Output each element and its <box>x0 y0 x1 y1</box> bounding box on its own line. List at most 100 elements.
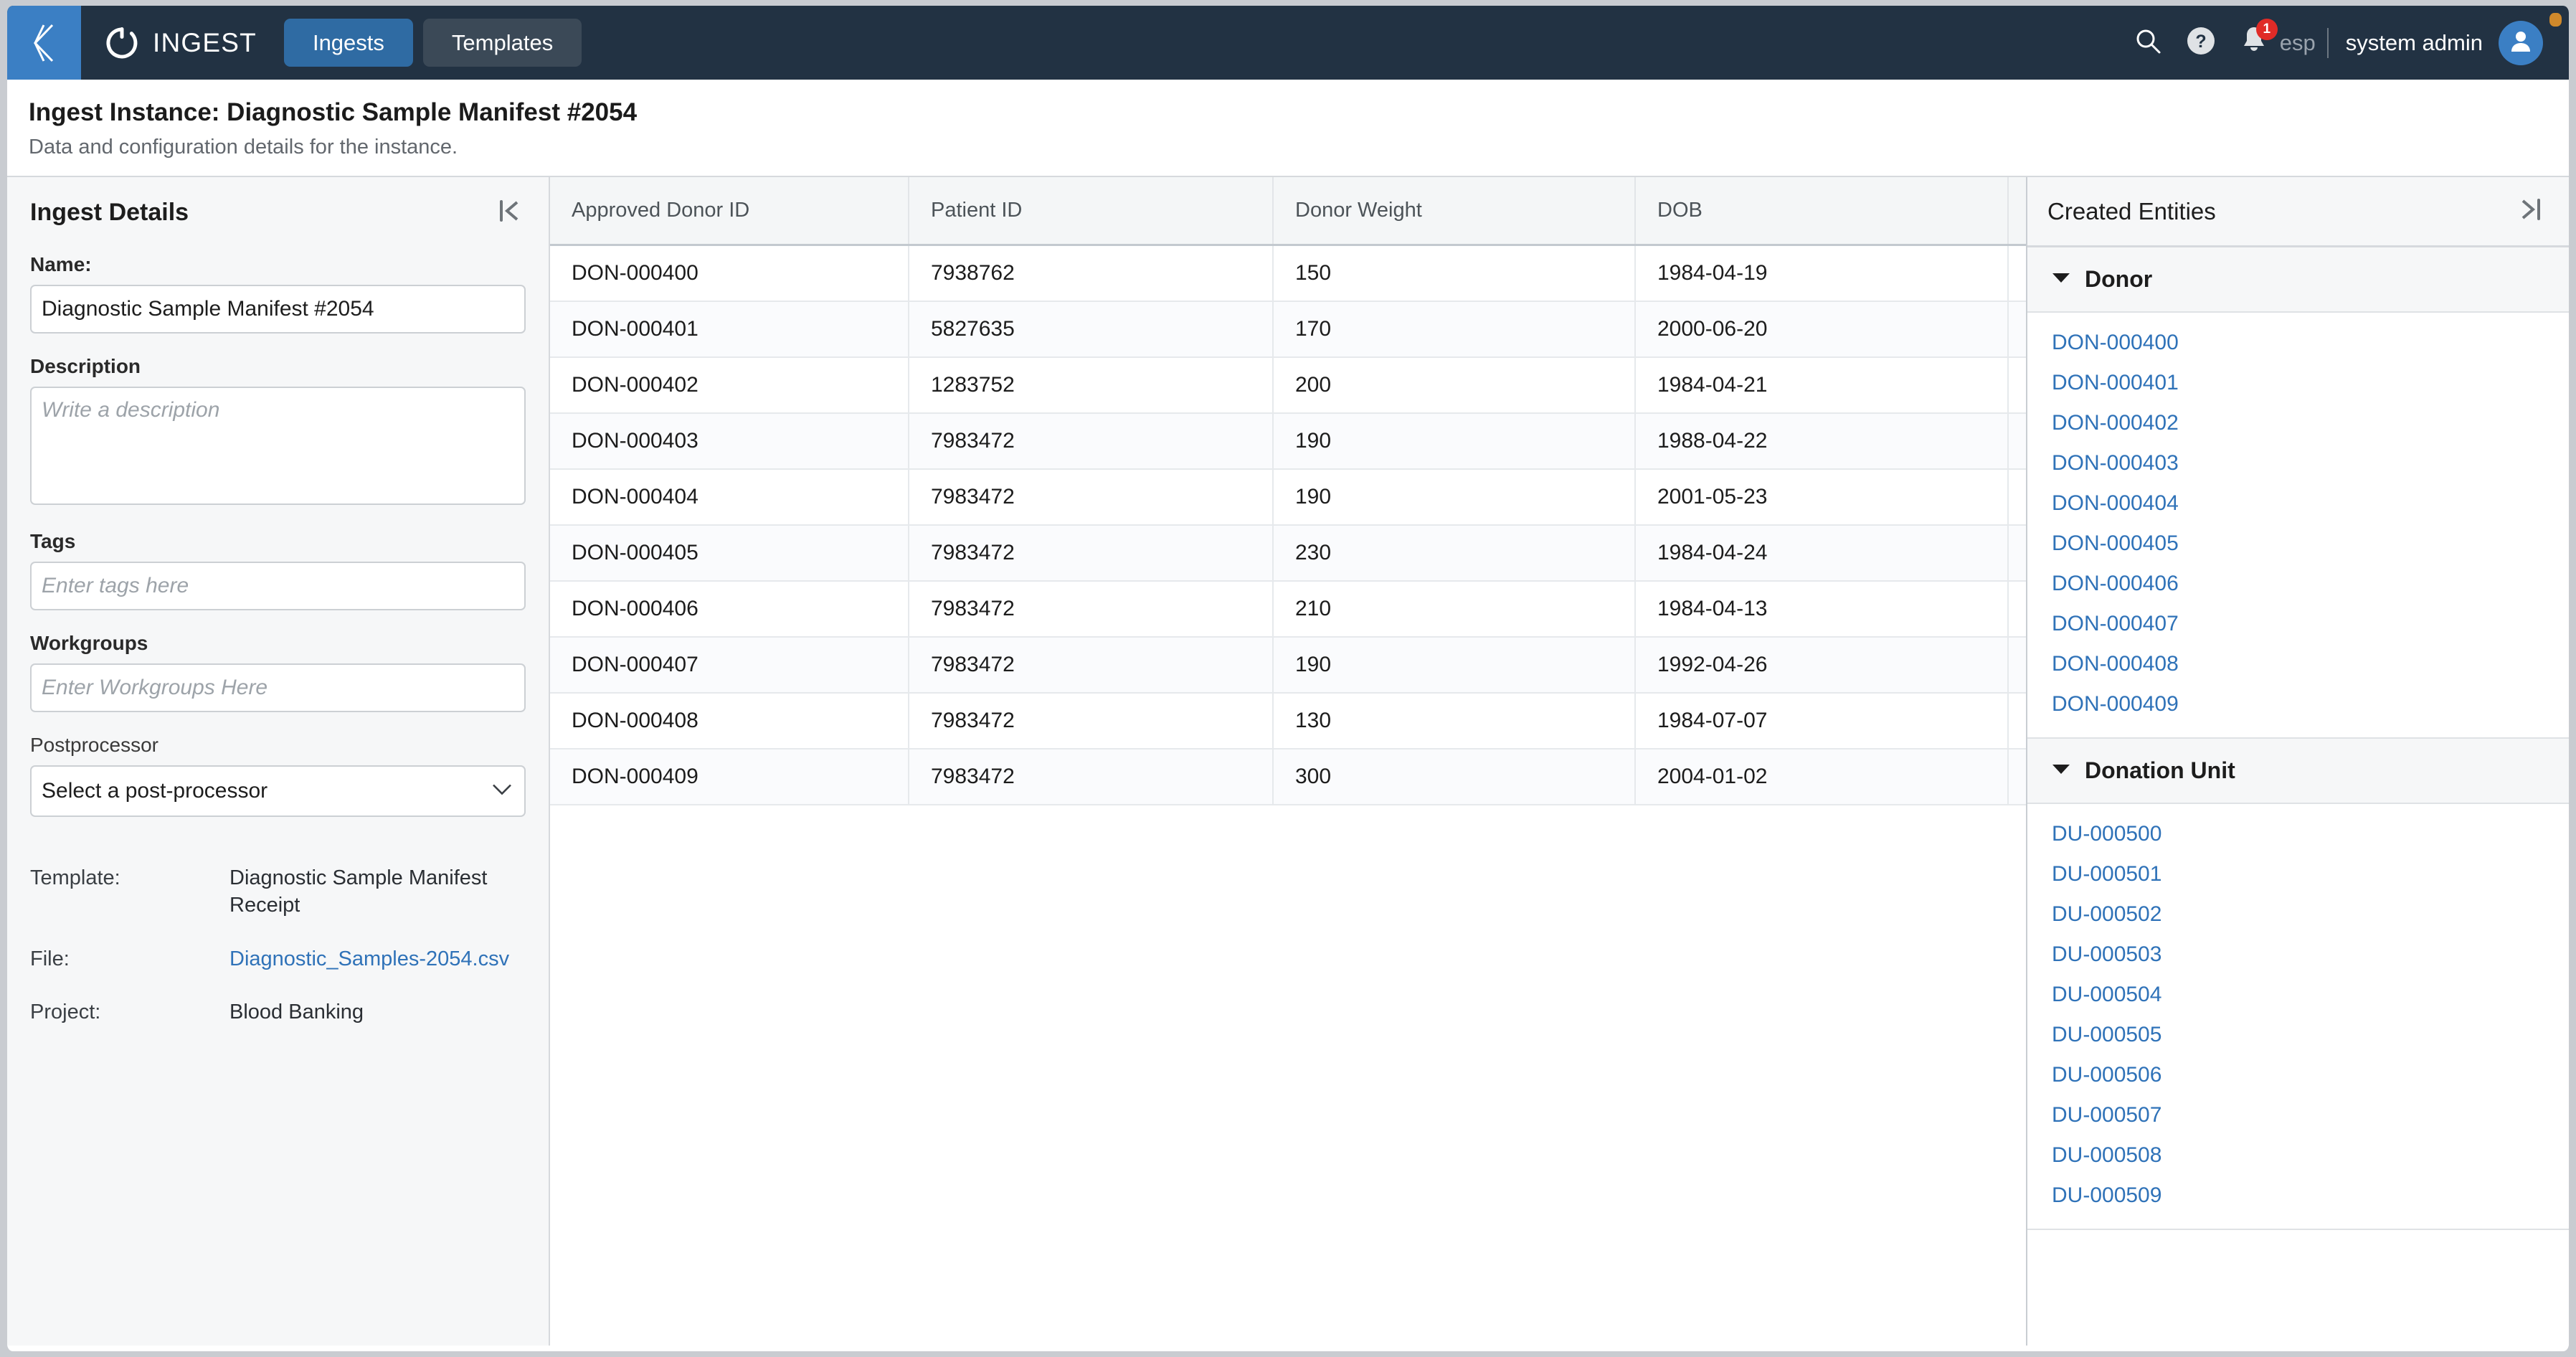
postprocessor-field-group: Postprocessor Select a post-processor <box>30 734 526 817</box>
column-header-dob[interactable]: DOB <box>1635 177 2009 246</box>
metadata-value-file-link[interactable]: Diagnostic_Samples-2054.csv <box>229 945 509 973</box>
cell-col: 202 <box>2008 637 2026 694</box>
help-button[interactable]: ? <box>2178 20 2224 66</box>
nav-right-cluster: ? 1 esp system admin <box>2118 6 2569 80</box>
description-textarea[interactable] <box>30 387 526 505</box>
cell-col: 202 <box>2008 245 2026 302</box>
user-avatar-button[interactable] <box>2499 20 2543 65</box>
collapse-right-icon <box>2520 197 2543 225</box>
column-header-patient-id[interactable]: Patient ID <box>909 177 1274 246</box>
list-item[interactable]: DU-000508 <box>2027 1135 2569 1176</box>
list-item[interactable]: DON-000403 <box>2027 443 2569 483</box>
metadata-value-template: Diagnostic Sample Manifest Receipt <box>229 866 488 917</box>
nav-divider <box>2326 27 2329 58</box>
table-row[interactable]: DON-000407 7983472 190 1992-04-26 202 <box>550 637 2026 694</box>
workgroups-input[interactable] <box>30 663 526 712</box>
ingest-metadata-list: Template: Diagnostic Sample Manifest Rec… <box>7 838 549 1051</box>
table-row[interactable]: DON-000408 7983472 130 1984-07-07 202 <box>550 693 2026 750</box>
list-item[interactable]: DON-000405 <box>2027 524 2569 564</box>
table-row[interactable]: DON-000405 7983472 230 1984-04-24 202 <box>550 525 2026 582</box>
entity-group-donor-header[interactable]: Donor <box>2027 247 2569 313</box>
cell-approved-donor-id: DON-000408 <box>550 693 909 750</box>
list-item[interactable]: DU-000509 <box>2027 1176 2569 1216</box>
tab-ingests[interactable]: Ingests <box>283 18 413 67</box>
ingest-data-table-panel[interactable]: Approved Donor ID Patient ID Donor Weigh… <box>550 177 2026 1346</box>
entity-group-donation-unit-items: DU-000500 DU-000501 DU-000502 DU-000503 … <box>2027 804 2569 1229</box>
column-header-approved-donor-id[interactable]: Approved Donor ID <box>550 177 909 246</box>
list-item[interactable]: DON-000404 <box>2027 483 2569 524</box>
cell-donor-weight: 230 <box>1273 525 1636 582</box>
metadata-key: Template: <box>30 866 120 889</box>
postprocessor-select[interactable]: Select a post-processor <box>30 765 526 817</box>
table-row[interactable]: DON-000402 1283752 200 1984-04-21 202 <box>550 357 2026 414</box>
entity-group-donation-unit-header[interactable]: Donation Unit <box>2027 739 2569 804</box>
list-item[interactable]: DU-000507 <box>2027 1095 2569 1135</box>
cell-col: 202 <box>2008 357 2026 414</box>
list-item[interactable]: DON-000408 <box>2027 644 2569 684</box>
table-row[interactable]: DON-000401 5827635 170 2000-06-20 202 <box>550 301 2026 358</box>
created-entities-panel: Created Entities Donor DON-000400 DON-00… <box>2026 177 2569 1346</box>
column-header-donor-weight[interactable]: Donor Weight <box>1273 177 1636 246</box>
table-body: DON-000400 7938762 150 1984-04-19 202 DO… <box>550 245 2026 805</box>
cell-col: 202 <box>2008 525 2026 582</box>
list-item[interactable]: DU-000503 <box>2027 935 2569 975</box>
cell-approved-donor-id: DON-000406 <box>550 581 909 638</box>
page-title: Ingest Instance: Diagnostic Sample Manif… <box>29 98 638 126</box>
cell-patient-id: 7983472 <box>909 413 1274 470</box>
list-item[interactable]: DON-000407 <box>2027 604 2569 644</box>
tab-templates[interactable]: Templates <box>422 18 582 67</box>
list-item[interactable]: DU-000506 <box>2027 1055 2569 1095</box>
cell-approved-donor-id: DON-000402 <box>550 357 909 414</box>
table-row[interactable]: DON-000406 7983472 210 1984-04-13 202 <box>550 581 2026 638</box>
environment-label: esp <box>2279 29 2316 55</box>
table-row[interactable]: DON-000409 7983472 300 2004-01-02 202 <box>550 749 2026 805</box>
chevron-left-double-icon <box>28 22 61 64</box>
table-row[interactable]: DON-000403 7983472 190 1988-04-22 202 <box>550 413 2026 470</box>
ingest-data-table: Approved Donor ID Patient ID Donor Weigh… <box>550 177 2026 805</box>
search-button[interactable] <box>2125 20 2171 66</box>
list-item[interactable]: DU-000504 <box>2027 975 2569 1015</box>
name-field-group: Name: <box>30 253 526 334</box>
list-item[interactable]: DU-000502 <box>2027 894 2569 935</box>
ingest-ring-logo <box>105 27 138 60</box>
cell-col: 202 <box>2008 693 2026 750</box>
cell-donor-weight: 170 <box>1273 301 1636 358</box>
list-item[interactable]: DON-000406 <box>2027 564 2569 604</box>
list-item[interactable]: DU-000505 <box>2027 1015 2569 1055</box>
list-item[interactable]: DON-000409 <box>2027 684 2569 724</box>
tags-input[interactable] <box>30 562 526 610</box>
cell-approved-donor-id: DON-000400 <box>550 245 909 302</box>
page-header: Ingest Instance: Diagnostic Sample Manif… <box>7 80 2569 176</box>
collapse-right-panel-button[interactable] <box>2514 192 2549 231</box>
entity-group-donor-label: Donor <box>2085 266 2153 292</box>
name-input[interactable] <box>30 285 526 334</box>
collapse-left-icon <box>497 199 520 227</box>
list-item[interactable]: DU-000500 <box>2027 814 2569 854</box>
cell-donor-weight: 190 <box>1273 413 1636 470</box>
cell-donor-weight: 190 <box>1273 637 1636 694</box>
table-row[interactable]: DON-000404 7983472 190 2001-05-23 202 <box>550 469 2026 526</box>
list-item[interactable]: DON-000402 <box>2027 403 2569 443</box>
list-item[interactable]: DON-000400 <box>2027 323 2569 363</box>
notifications-button[interactable]: 1 <box>2231 18 2278 66</box>
back-button[interactable] <box>7 6 81 80</box>
user-avatar-icon <box>2508 28 2534 57</box>
collapse-left-panel-button[interactable] <box>491 193 526 232</box>
cell-patient-id: 7938762 <box>909 245 1274 302</box>
column-header-col[interactable]: Col <box>2008 177 2026 246</box>
tags-field-group: Tags <box>30 530 526 610</box>
metadata-value-project: Blood Banking <box>229 1000 364 1023</box>
status-dot <box>2549 13 2562 27</box>
cell-dob: 2000-06-20 <box>1635 301 2009 358</box>
cell-dob: 1988-04-22 <box>1635 413 2009 470</box>
list-item[interactable]: DU-000501 <box>2027 854 2569 894</box>
table-row[interactable]: DON-000400 7938762 150 1984-04-19 202 <box>550 245 2026 302</box>
user-name-label[interactable]: system admin <box>2346 30 2483 56</box>
entity-group-donor-items: DON-000400 DON-000401 DON-000402 DON-000… <box>2027 313 2569 737</box>
right-panel-filler <box>2027 1230 2569 1346</box>
list-item[interactable]: DON-000401 <box>2027 363 2569 403</box>
cell-donor-weight: 190 <box>1273 469 1636 526</box>
table-header-row: Approved Donor ID Patient ID Donor Weigh… <box>550 177 2026 246</box>
metadata-key: File: <box>30 947 70 970</box>
metadata-row-project: Project: Blood Banking <box>30 998 526 1026</box>
